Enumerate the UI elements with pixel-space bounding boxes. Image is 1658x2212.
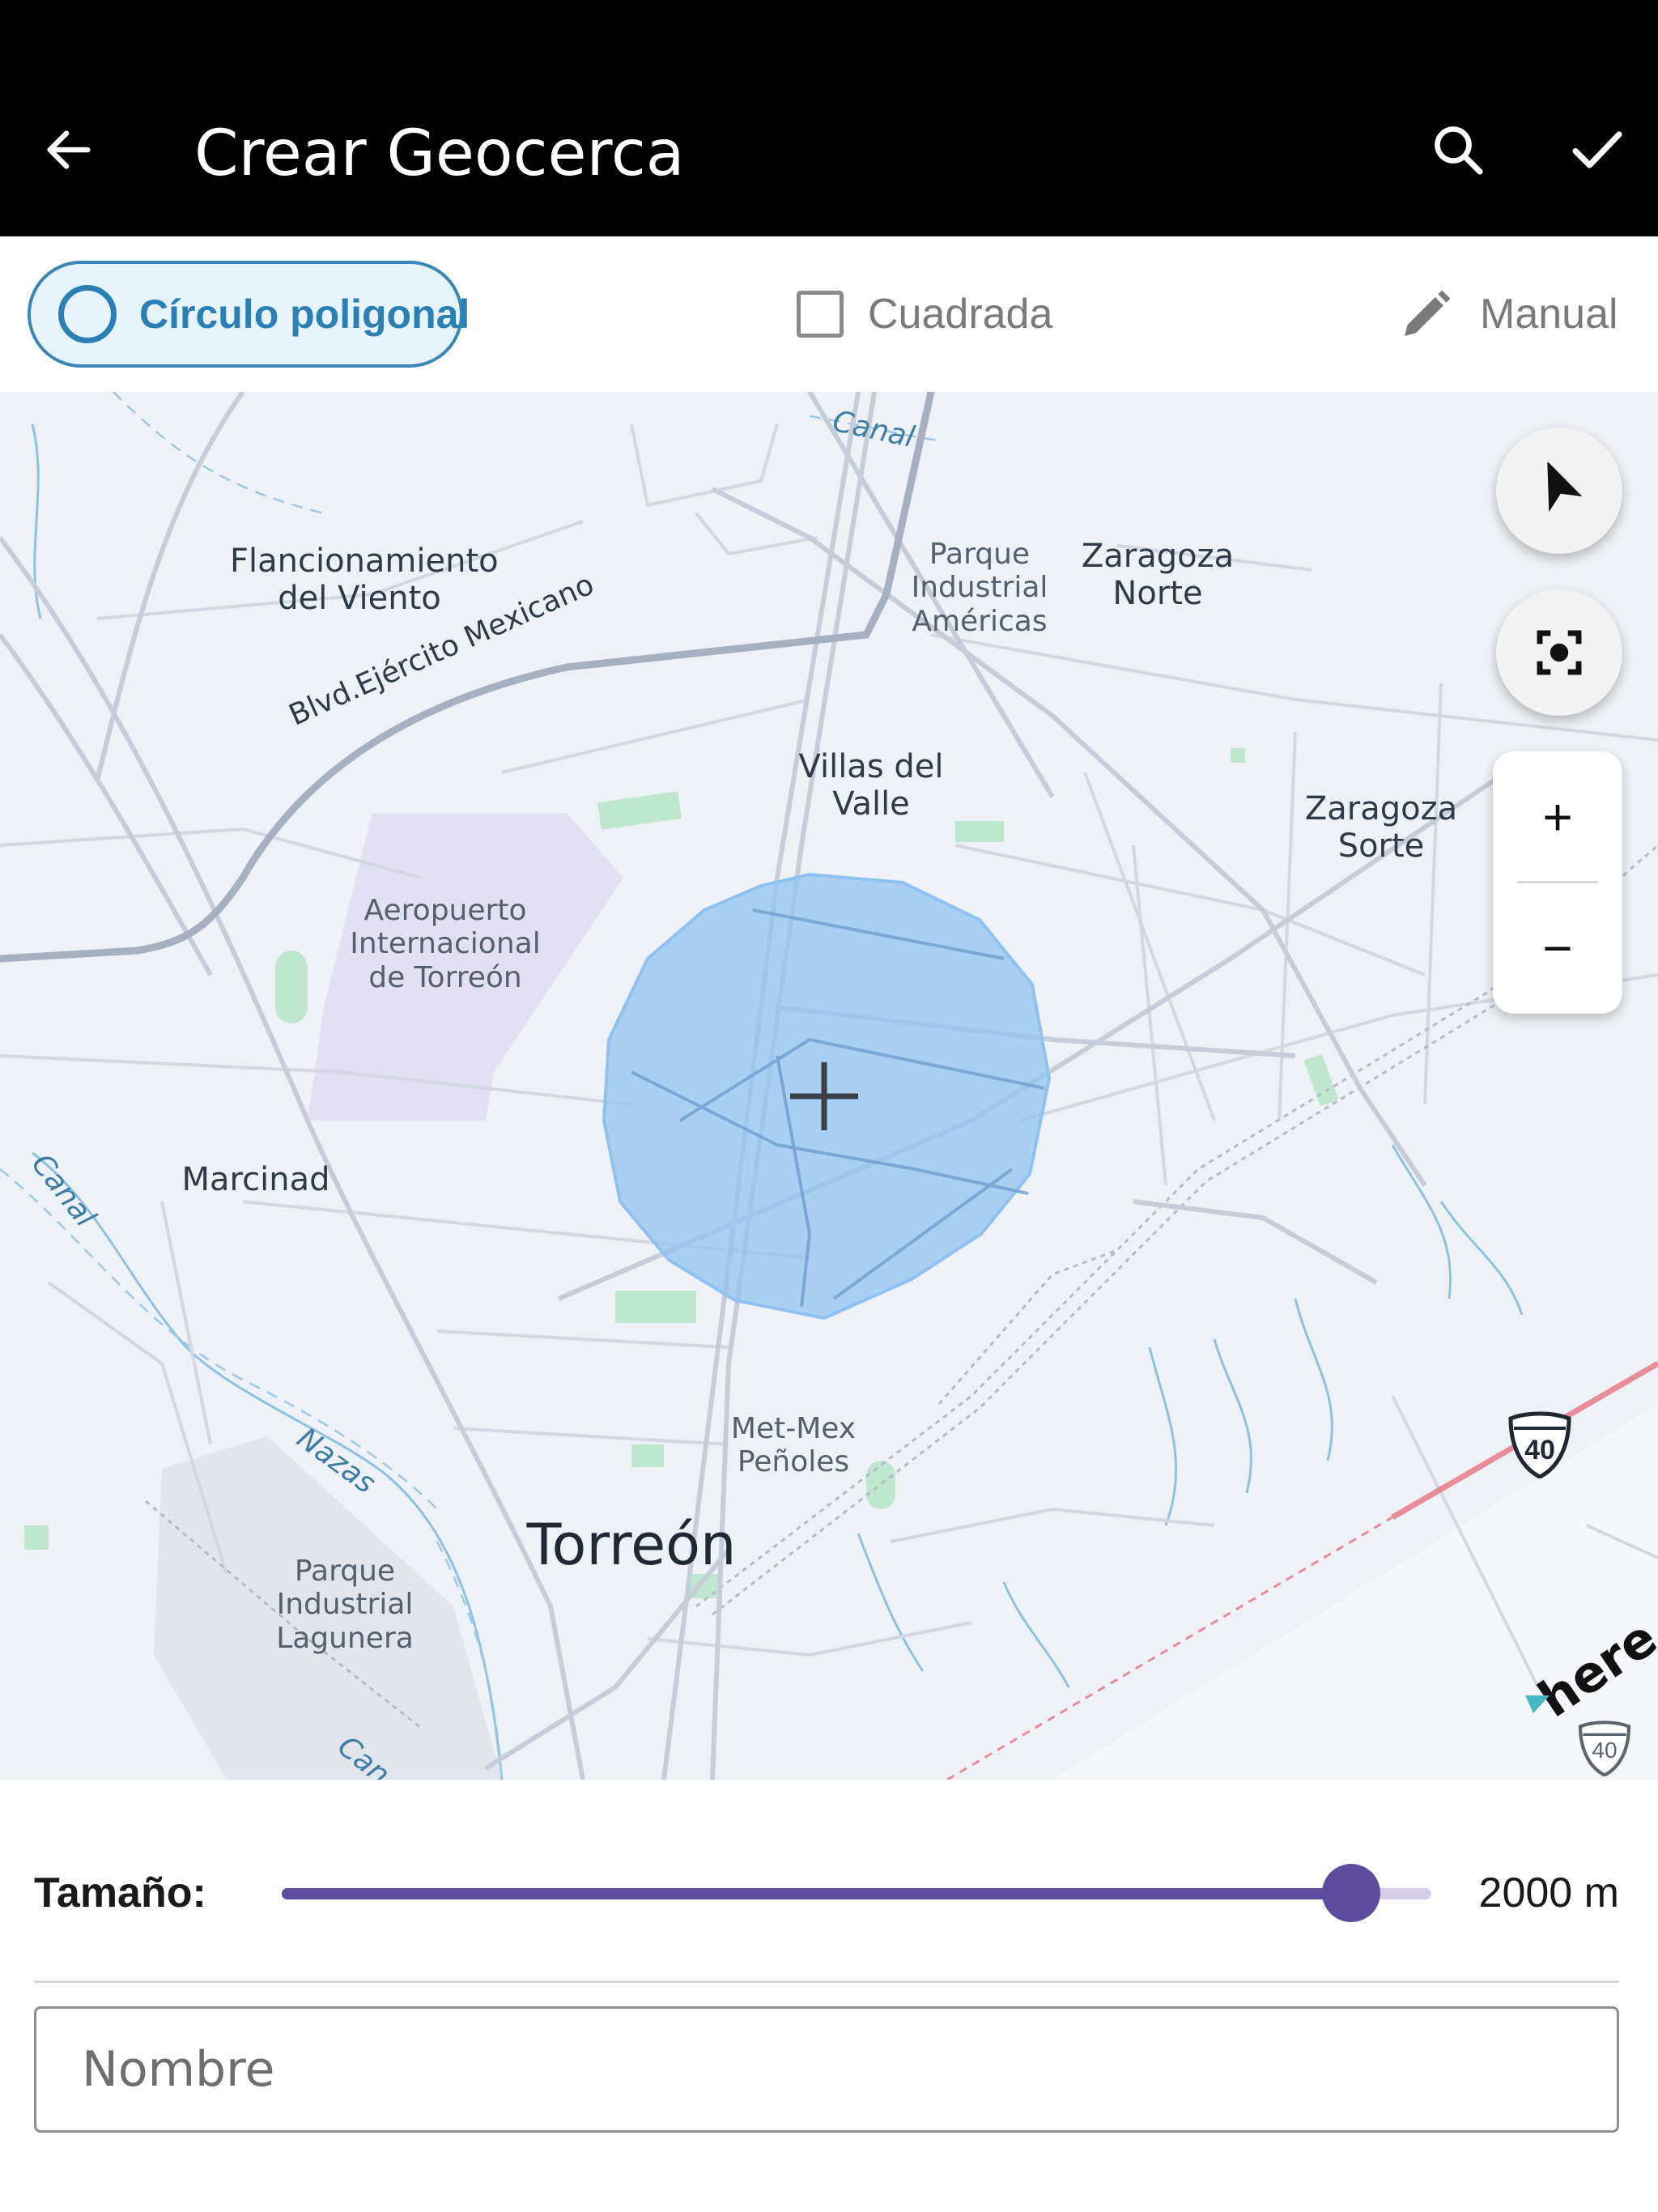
square-mode-label: Cuadrada xyxy=(868,291,1053,338)
search-icon xyxy=(1435,126,1483,175)
name-input[interactable] xyxy=(34,2006,1619,2133)
map-label-metmex: Met-Mex Peñoles xyxy=(730,1412,857,1479)
zoom-out-button[interactable]: − xyxy=(1493,883,1622,1014)
zoom-out-label: − xyxy=(1542,919,1573,977)
map-label-marcinad: Marcinad xyxy=(181,1161,330,1198)
highway-shield-40-small: 40 xyxy=(1574,1720,1635,1777)
square-checkbox[interactable] xyxy=(797,291,844,338)
circle-mode-label: Círculo poligonal xyxy=(139,291,470,337)
highway-shield-number: 40 xyxy=(1524,1435,1555,1465)
map-label-villas: Villas del Valle xyxy=(798,748,944,823)
checkmark-icon xyxy=(1572,131,1622,168)
highway-shield-40: 40 xyxy=(1506,1410,1574,1479)
map-label-flancionamiento: Flancionamiento del Viento xyxy=(230,542,499,617)
size-value: 2000 m xyxy=(1478,1870,1619,1916)
size-slider-thumb[interactable] xyxy=(1321,1864,1380,1922)
manual-mode-label: Manual xyxy=(1480,291,1618,338)
size-slider[interactable] xyxy=(282,1864,1431,1922)
square-mode-option[interactable]: Cuadrada xyxy=(797,285,1052,343)
app-bar: Crear Geocerca xyxy=(0,0,1658,236)
arrow-left-icon xyxy=(47,130,91,169)
size-slider-fill xyxy=(282,1888,1351,1899)
size-label: Tamaño: xyxy=(34,1870,206,1916)
section-divider xyxy=(34,1980,1619,1983)
confirm-button[interactable] xyxy=(1561,113,1634,186)
my-location-button[interactable] xyxy=(1496,428,1622,554)
shape-mode-bar: Círculo poligonal Cuadrada Manual xyxy=(0,236,1658,392)
back-button[interactable] xyxy=(32,113,105,186)
map-label-parque-lagunera: Parque Industrial Lagunera xyxy=(276,1555,414,1655)
circle-mode-chip[interactable]: Círculo poligonal xyxy=(28,261,470,368)
focus-target-icon xyxy=(1537,630,1582,675)
map-label-zaragoza-norte: Zaragoza Norte xyxy=(1081,538,1235,612)
map-label-zaragoza-sorte: Zaragoza Sorte xyxy=(1304,790,1458,865)
map-label-aeropuerto: Aeropuerto Internacional de Torreón xyxy=(350,894,541,994)
size-control: Tamaño: 2000 m xyxy=(0,1780,1658,1982)
pencil-icon xyxy=(1405,290,1451,336)
circle-icon xyxy=(58,285,117,343)
zoom-control: + − xyxy=(1493,751,1622,1014)
highway-shield-number-small: 40 xyxy=(1592,1738,1618,1763)
center-crosshair-icon xyxy=(790,1062,858,1130)
map-provider-logo: here xyxy=(1525,1608,1658,1729)
map-view[interactable]: Flancionamiento del Viento Parque Indust… xyxy=(0,392,1658,1780)
center-map-button[interactable] xyxy=(1496,589,1622,716)
navigation-arrow-icon xyxy=(1547,462,1583,513)
map-label-parque-americas: Parque Industrial Américas xyxy=(911,538,1048,638)
map-label-torreon: Torreón xyxy=(526,1512,737,1578)
zoom-in-button[interactable]: + xyxy=(1493,751,1622,883)
zoom-in-label: + xyxy=(1542,788,1573,846)
manual-mode-option[interactable]: Manual xyxy=(1397,282,1618,347)
search-button[interactable] xyxy=(1422,113,1494,186)
page-title: Crear Geocerca xyxy=(194,117,685,190)
